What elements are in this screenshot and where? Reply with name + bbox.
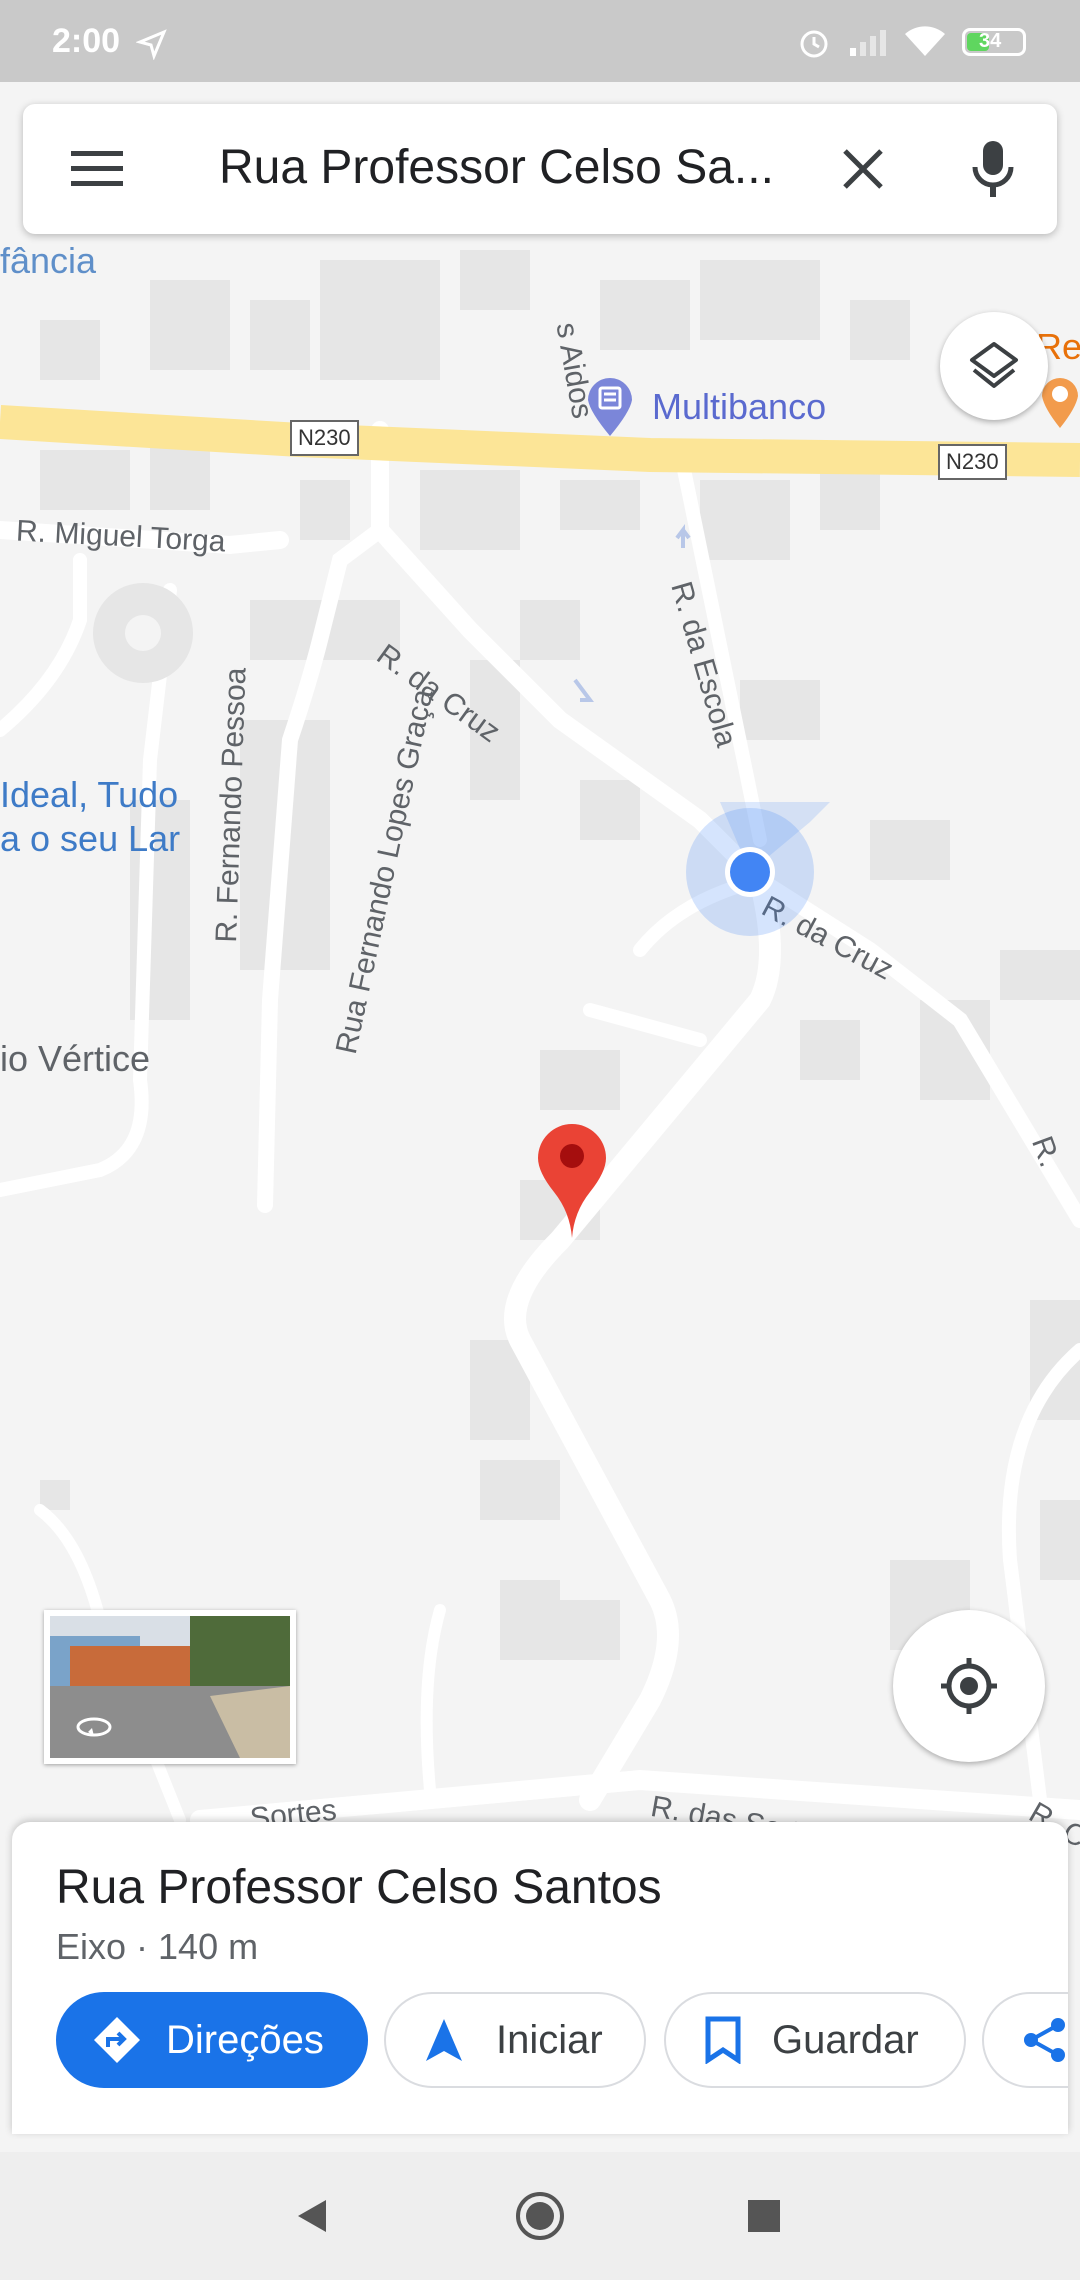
restaurant-pin-icon[interactable] bbox=[1040, 372, 1080, 432]
directions-button[interactable]: Direções bbox=[56, 1992, 368, 2088]
search-input[interactable]: Rua Professor Celso Sa... bbox=[219, 140, 819, 195]
place-label-multibanco: Multibanco bbox=[652, 386, 827, 427]
bookmark-icon bbox=[705, 2016, 741, 2064]
battery-icon: 34 bbox=[962, 28, 1026, 56]
start-button[interactable]: Iniciar bbox=[384, 1992, 646, 2088]
back-icon[interactable] bbox=[292, 2196, 332, 2236]
current-location-icon bbox=[686, 802, 830, 936]
navigation-arrow-icon bbox=[426, 2019, 462, 2061]
street-view-icon bbox=[76, 1717, 112, 1737]
save-button[interactable]: Guardar bbox=[664, 1992, 966, 2088]
directions-icon bbox=[94, 2017, 140, 2063]
wifi-icon bbox=[905, 26, 945, 56]
menu-icon bbox=[71, 151, 123, 186]
share-button[interactable] bbox=[982, 1992, 1068, 2088]
menu-button[interactable] bbox=[67, 139, 127, 199]
place-title: Rua Professor Celso Santos bbox=[56, 1861, 662, 1914]
location-arrow-icon bbox=[136, 29, 167, 60]
place-subtitle: Eixo · 140 m bbox=[56, 1926, 259, 1967]
route-shield-n230-right: N230 bbox=[938, 444, 1007, 480]
place-label-ideal-line2[interactable]: a o seu Lar bbox=[0, 818, 180, 860]
street-view-thumbnail[interactable] bbox=[44, 1610, 296, 1764]
close-icon bbox=[843, 149, 883, 189]
place-sheet[interactable]: Rua Professor Celso Santos Eixo · 140 m … bbox=[12, 1822, 1068, 2134]
signal-icon bbox=[850, 30, 886, 56]
clear-search-button[interactable] bbox=[833, 139, 893, 199]
my-location-button[interactable] bbox=[893, 1610, 1045, 1762]
save-label: Guardar bbox=[772, 2017, 919, 2062]
alarm-icon bbox=[800, 30, 828, 58]
layers-icon bbox=[970, 342, 1018, 388]
microphone-icon bbox=[972, 141, 1014, 197]
start-label: Iniciar bbox=[496, 2017, 603, 2062]
recents-icon[interactable] bbox=[746, 2198, 782, 2234]
share-icon bbox=[1024, 2018, 1065, 2062]
place-label-ideal-line1[interactable]: Ideal, Tudo bbox=[0, 774, 178, 816]
place-label-vertice[interactable]: io Vértice bbox=[0, 1038, 150, 1080]
route-shield-n230-left: N230 bbox=[290, 420, 359, 456]
system-nav-bar bbox=[0, 2152, 1080, 2280]
destination-pin-icon[interactable] bbox=[534, 1120, 610, 1240]
layers-button[interactable] bbox=[940, 312, 1048, 420]
search-bar[interactable]: Rua Professor Celso Sa... bbox=[23, 104, 1057, 234]
status-bar: 2:00 34 bbox=[0, 0, 1080, 82]
directions-label: Direções bbox=[166, 2017, 324, 2062]
place-label-infancia[interactable]: fância bbox=[0, 240, 96, 282]
home-icon[interactable] bbox=[514, 2190, 566, 2242]
voice-search-button[interactable] bbox=[963, 132, 1023, 206]
battery-level: 34 bbox=[979, 30, 1002, 52]
atm-pin-icon bbox=[588, 378, 632, 436]
status-time: 2:00 bbox=[52, 22, 121, 60]
my-location-icon bbox=[941, 1658, 997, 1714]
